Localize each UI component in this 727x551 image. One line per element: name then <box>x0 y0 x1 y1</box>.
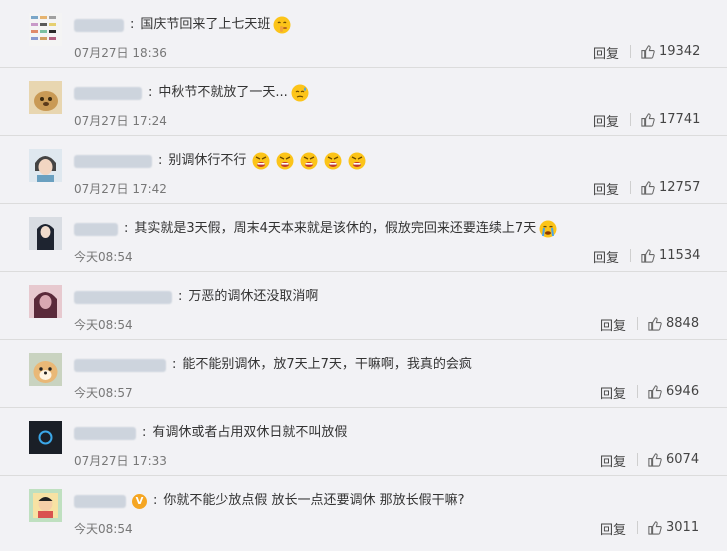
reply-button[interactable]: 回复 <box>600 383 626 402</box>
like-button[interactable]: 8848 <box>628 316 699 331</box>
username[interactable] <box>74 426 136 440</box>
comment-text: 有调休或者占用双休日就不叫放假 <box>152 425 348 440</box>
thumbs-up-icon <box>648 521 662 535</box>
angry-face-icon <box>324 152 342 170</box>
reply-button[interactable]: 回复 <box>600 315 626 334</box>
sweat-face-icon <box>291 84 309 102</box>
like-count: 12757 <box>659 180 701 195</box>
divider <box>637 453 638 466</box>
username[interactable] <box>74 86 142 100</box>
comment-text: 别调休行不行 <box>168 153 247 168</box>
crying-face-icon <box>539 220 557 238</box>
thumbs-up-icon <box>641 113 655 127</box>
divider <box>630 181 631 194</box>
comment-item: V : 你就不能少放点假 放长一点还要调休 那放长假干嘛? 今天08:54 回复… <box>0 476 727 551</box>
angry-face-icon <box>300 152 318 170</box>
thumbs-up-icon <box>641 181 655 195</box>
comment-list: : 国庆节回来了上七天班 07月27日 18:36 回复 19342 : 中秋节… <box>0 0 727 551</box>
username[interactable] <box>74 18 124 32</box>
comment-item: : 中秋节不就放了一天... 07月27日 17:24 回复 17741 <box>0 68 727 136</box>
like-button[interactable]: 19342 <box>621 44 700 59</box>
angry-face-icon <box>348 152 366 170</box>
avatar[interactable] <box>29 285 62 318</box>
like-button[interactable]: 11534 <box>621 248 700 263</box>
like-count: 6074 <box>666 452 700 467</box>
comment-item: : 有调休或者占用双休日就不叫放假 07月27日 17:33 回复 6074 <box>0 408 727 476</box>
divider <box>630 45 631 58</box>
divider <box>630 113 631 126</box>
username[interactable] <box>74 358 166 372</box>
avatar[interactable] <box>29 13 62 46</box>
avatar[interactable] <box>29 353 62 386</box>
comment-item: : 国庆节回来了上七天班 07月27日 18:36 回复 19342 <box>0 0 727 68</box>
comment-time: 07月27日 17:42 <box>74 182 167 196</box>
like-count: 6946 <box>666 384 700 399</box>
comment-item: : 其实就是3天假，周末4天本来就是该休的，假放完回来还要连续上7天 今天08:… <box>0 204 727 272</box>
username[interactable] <box>74 222 118 236</box>
username[interactable] <box>74 290 172 304</box>
reply-button[interactable]: 回复 <box>593 111 619 130</box>
divider <box>637 385 638 398</box>
reply-button[interactable]: 回复 <box>593 43 619 62</box>
comment-text: 万恶的调休还没取消啊 <box>188 289 319 304</box>
reply-button[interactable]: 回复 <box>600 519 626 538</box>
like-button[interactable]: 12757 <box>621 180 700 195</box>
verified-badge-icon: V <box>132 493 147 509</box>
like-count: 11534 <box>659 248 701 263</box>
comment-time: 今天08:54 <box>74 250 133 264</box>
like-count: 17741 <box>659 112 701 127</box>
comment-time: 今天08:57 <box>74 386 133 400</box>
thumbs-up-icon <box>648 385 662 399</box>
avatar[interactable] <box>29 217 62 250</box>
comment-item: : 别调休行不行 07月27日 17:42 回复 12757 <box>0 136 727 204</box>
comment-time: 07月27日 17:33 <box>74 454 167 468</box>
avatar[interactable] <box>29 489 62 522</box>
thumbs-up-icon <box>641 45 655 59</box>
thumbs-up-icon <box>648 317 662 331</box>
like-count: 19342 <box>659 44 701 59</box>
like-button[interactable]: 3011 <box>628 520 699 535</box>
comment-text: 能不能别调休，放7天上7天，干嘛啊，我真的会疯 <box>182 357 472 372</box>
divider <box>637 521 638 534</box>
comment-time: 07月27日 18:36 <box>74 46 167 60</box>
reply-button[interactable]: 回复 <box>593 247 619 266</box>
angry-face-icon <box>252 152 270 170</box>
like-button[interactable]: 6074 <box>628 452 699 467</box>
like-button[interactable]: 6946 <box>628 384 699 399</box>
like-count: 3011 <box>666 520 700 535</box>
avatar[interactable] <box>29 421 62 454</box>
comment-text: 你就不能少放点假 放长一点还要调休 那放长假干嘛? <box>163 493 465 508</box>
divider <box>637 317 638 330</box>
comment-text: 其实就是3天假，周末4天本来就是该休的，假放完回来还要连续上7天 <box>134 221 537 236</box>
reply-button[interactable]: 回复 <box>600 451 626 470</box>
like-button[interactable]: 17741 <box>621 112 700 127</box>
username[interactable] <box>74 154 152 168</box>
comment-time: 今天08:54 <box>74 318 133 332</box>
angry-face-icon <box>276 152 294 170</box>
comment-text: 中秋节不就放了一天... <box>158 85 288 100</box>
thumbs-up-icon <box>641 249 655 263</box>
comment-time: 07月27日 17:24 <box>74 114 167 128</box>
comment-item: : 能不能别调休，放7天上7天，干嘛啊，我真的会疯 今天08:57 回复 694… <box>0 340 727 408</box>
reply-button[interactable]: 回复 <box>593 179 619 198</box>
comment-text: 国庆节回来了上七天班 <box>140 17 271 32</box>
avatar[interactable] <box>29 81 62 114</box>
shush-face-icon <box>273 16 291 34</box>
like-count: 8848 <box>666 316 700 331</box>
thumbs-up-icon <box>648 453 662 467</box>
comment-time: 今天08:54 <box>74 522 133 536</box>
username[interactable] <box>74 494 126 508</box>
comment-item: : 万恶的调休还没取消啊 今天08:54 回复 8848 <box>0 272 727 340</box>
avatar[interactable] <box>29 149 62 182</box>
divider <box>630 249 631 262</box>
